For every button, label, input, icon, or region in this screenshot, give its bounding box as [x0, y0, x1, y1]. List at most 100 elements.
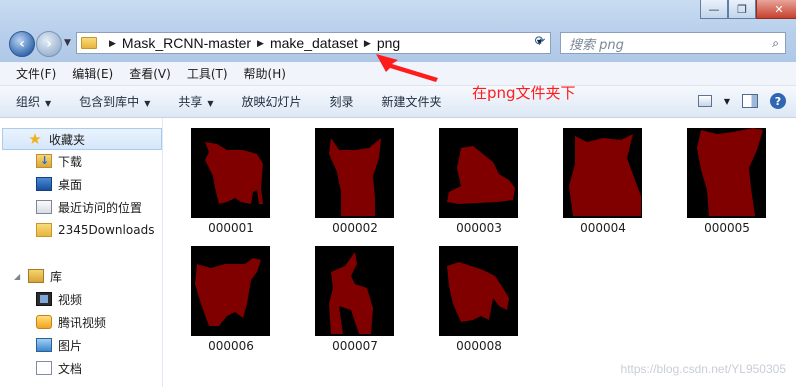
documents-library-icon: [36, 361, 52, 375]
file-item[interactable]: 000008: [439, 246, 519, 353]
file-name: 000001: [208, 221, 254, 235]
star-icon: ★: [28, 130, 42, 148]
file-name: 000004: [580, 221, 626, 235]
video-library-icon: [36, 292, 52, 306]
include-in-library-button[interactable]: 包含到库中 ▼: [79, 93, 150, 110]
folder-icon: [36, 223, 52, 237]
mask-thumbnail: [439, 128, 518, 218]
file-list: 000001 000002 000003 000004 000005 00000…: [164, 118, 796, 387]
breadcrumb-item[interactable]: make_dataset: [270, 35, 358, 51]
file-name: 000006: [208, 339, 254, 353]
chevron-right-icon[interactable]: ▶: [364, 38, 371, 49]
history-dropdown[interactable]: ▼: [64, 38, 71, 48]
sidebar-item-videos[interactable]: 视频: [0, 288, 82, 310]
menu-file[interactable]: 文件(F): [16, 65, 56, 82]
chevron-right-icon[interactable]: ▶: [257, 38, 264, 49]
back-button[interactable]: ‹: [9, 31, 35, 57]
file-name: 000003: [456, 221, 502, 235]
organize-button[interactable]: 组织 ▼: [16, 93, 51, 110]
tencent-video-icon: [36, 315, 52, 329]
mask-thumbnail: [191, 128, 270, 218]
sidebar-item-label: 视频: [58, 292, 83, 307]
sidebar-item-desktop[interactable]: 桌面: [0, 173, 82, 195]
mask-thumbnail: [315, 246, 394, 336]
organize-label: 组织: [16, 95, 41, 109]
collapse-arrow-icon[interactable]: ◢: [14, 272, 22, 281]
share-label: 共享: [178, 95, 203, 109]
sidebar-item-tencent-video[interactable]: 腾讯视频: [0, 311, 106, 333]
annotation-arrow: [376, 54, 438, 82]
pictures-library-icon: [36, 338, 52, 352]
sidebar-item-documents[interactable]: 文档: [0, 357, 82, 379]
file-item[interactable]: 000006: [191, 246, 271, 353]
chevron-right-icon[interactable]: ▶: [109, 38, 116, 49]
file-name: 000002: [332, 221, 378, 235]
file-item[interactable]: 000004: [563, 128, 643, 235]
share-button[interactable]: 共享 ▼: [178, 93, 213, 110]
desktop-icon: [36, 177, 52, 191]
help-icon[interactable]: ?: [770, 93, 786, 109]
sidebar-item-recent[interactable]: 最近访问的位置: [0, 196, 142, 218]
chevron-down-icon: ▼: [144, 99, 151, 108]
menu-view[interactable]: 查看(V): [129, 65, 171, 82]
include-in-library-label: 包含到库中: [79, 95, 140, 109]
file-item[interactable]: 000001: [191, 128, 271, 235]
sidebar-item-2345downloads[interactable]: 2345Downloads: [0, 219, 154, 241]
address-bar[interactable]: ▶ Mask_RCNN-master ▶ make_dataset ▶ png …: [76, 32, 551, 54]
menu-tools[interactable]: 工具(T): [187, 65, 228, 82]
search-input[interactable]: 搜索 png ⌕: [560, 32, 786, 54]
sidebar-item-label: 桌面: [58, 177, 83, 192]
window-controls: — ❐ ✕: [700, 0, 796, 19]
folder-icon: [81, 37, 97, 49]
minimize-button[interactable]: —: [700, 0, 728, 19]
download-folder-icon: [36, 154, 52, 168]
view-controls: ▼ ?: [697, 93, 786, 109]
watermark-text: https://blog.csdn.net/YL950305: [620, 362, 786, 376]
sidebar-item-label: 文档: [58, 361, 83, 376]
mask-thumbnail: [191, 246, 270, 336]
sidebar-item-pictures[interactable]: 图片: [0, 334, 82, 356]
library-icon: [28, 269, 44, 283]
new-folder-button[interactable]: 新建文件夹: [382, 93, 442, 110]
command-bar: 组织 ▼ 包含到库中 ▼ 共享 ▼ 放映幻灯片 刻录 新建文件夹 ▼ ?: [0, 86, 796, 118]
slideshow-button[interactable]: 放映幻灯片: [242, 93, 302, 110]
sidebar-item-label: 下载: [58, 154, 83, 169]
back-arrow-icon: ‹: [19, 36, 25, 52]
sidebar-item-label: 最近访问的位置: [58, 200, 143, 215]
change-view-icon[interactable]: [697, 95, 712, 107]
chevron-down-icon: ▼: [207, 99, 214, 108]
annotation-text: 在png文件夹下: [472, 84, 576, 102]
close-button[interactable]: ✕: [756, 0, 796, 19]
breadcrumb-item[interactable]: Mask_RCNN-master: [122, 35, 251, 51]
maximize-button[interactable]: ❐: [728, 0, 756, 19]
sidebar-item-label: 库: [50, 269, 63, 284]
sidebar-item-label: 图片: [58, 338, 83, 353]
sidebar-item-label: 腾讯视频: [58, 315, 107, 330]
chevron-down-icon: ▼: [45, 99, 52, 108]
sidebar-item-favorites[interactable]: ★ 收藏夹: [2, 128, 162, 150]
menu-help[interactable]: 帮助(H): [244, 65, 286, 82]
refresh-icon[interactable]: ⟳: [530, 34, 550, 52]
menu-edit[interactable]: 编辑(E): [72, 65, 113, 82]
sidebar-item-libraries[interactable]: ◢ 库: [0, 265, 62, 287]
file-name: 000005: [704, 221, 750, 235]
sidebar-item-label: 2345Downloads: [58, 223, 155, 237]
burn-button[interactable]: 刻录: [330, 93, 354, 110]
file-item[interactable]: 000003: [439, 128, 519, 235]
file-name: 000008: [456, 339, 502, 353]
search-icon[interactable]: ⌕: [772, 36, 779, 51]
preview-pane-icon[interactable]: [742, 94, 758, 108]
sidebar-item-label: 收藏夹: [49, 132, 86, 147]
search-placeholder: 搜索 png: [569, 37, 624, 53]
forward-button[interactable]: ›: [36, 31, 62, 57]
navigation-pane: ★ 收藏夹 下载 桌面 最近访问的位置 2345Downloads ◢ 库 视频…: [0, 118, 163, 387]
mask-thumbnail: [563, 128, 642, 218]
file-item[interactable]: 000005: [687, 128, 767, 235]
file-item[interactable]: 000007: [315, 246, 395, 353]
forward-arrow-icon: ›: [46, 36, 52, 52]
file-item[interactable]: 000002: [315, 128, 395, 235]
sidebar-item-downloads[interactable]: 下载: [0, 150, 82, 172]
chevron-down-icon[interactable]: ▼: [724, 97, 730, 106]
mask-thumbnail: [439, 246, 518, 336]
mask-thumbnail: [315, 128, 394, 218]
